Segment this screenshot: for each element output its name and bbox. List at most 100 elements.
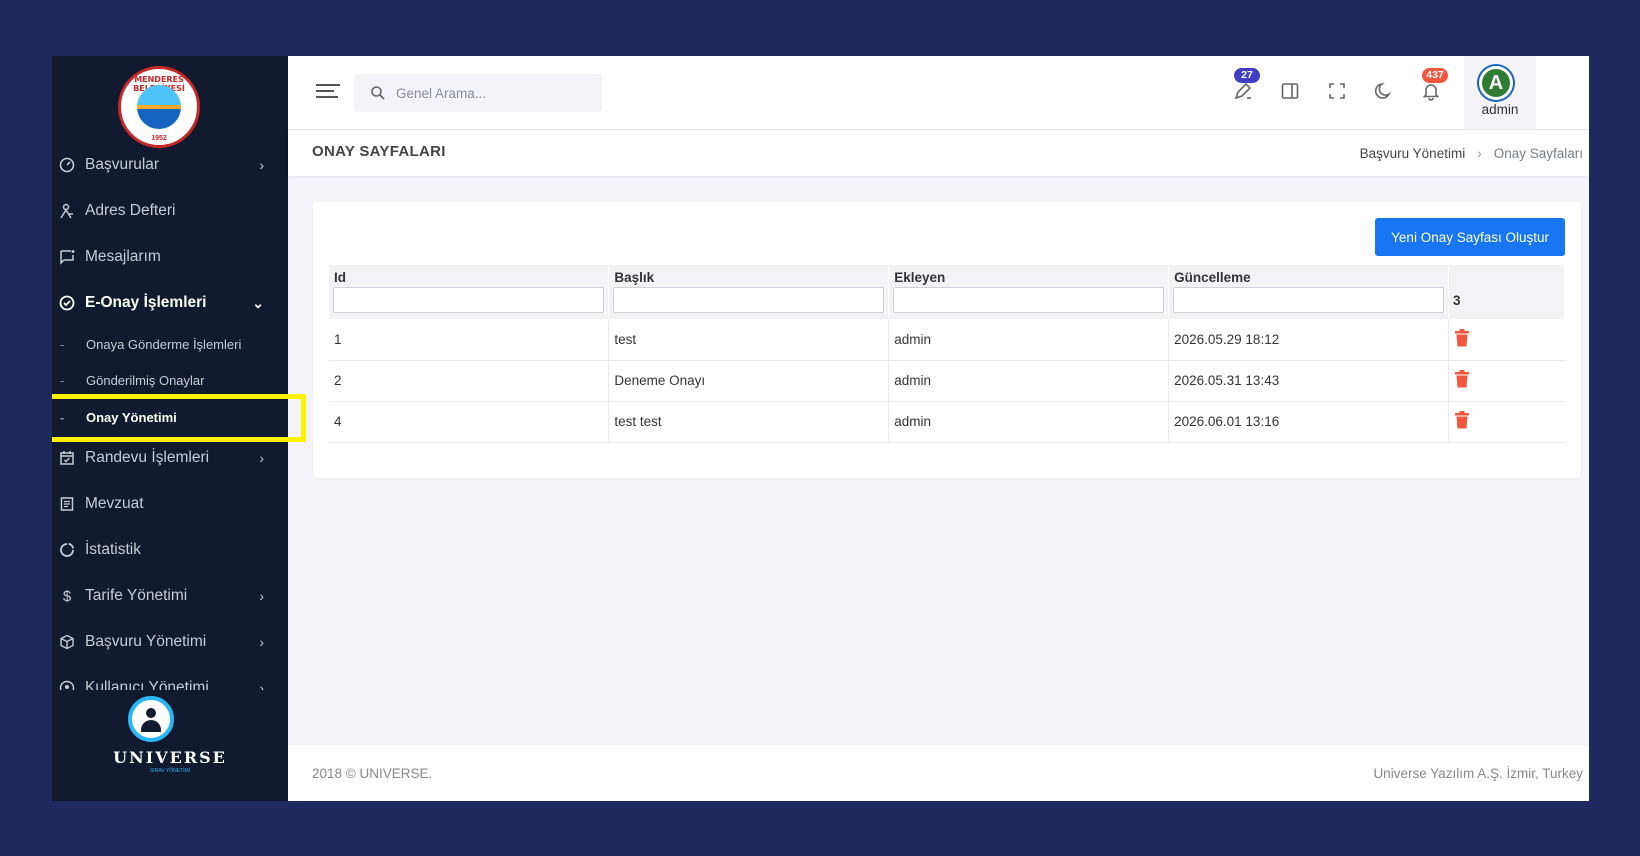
logo-emblem (137, 85, 181, 129)
calendar-check-icon (57, 448, 77, 468)
dollar-icon: $ (62, 587, 72, 605)
cell-author: admin (888, 401, 1170, 443)
row-count: 3 (1448, 287, 1565, 319)
universe-logo-icon (128, 696, 174, 742)
sidebar-item-basvuru-yonetimi[interactable]: Başvuru Yönetimi › (52, 622, 288, 662)
column-header-author[interactable]: Ekleyen (888, 265, 1170, 287)
bell-icon (1421, 81, 1441, 106)
sidebar-item-label: Tarife Yönetimi (85, 587, 188, 604)
sidebar-subitem-label: Gönderilmiş Onaylar (86, 372, 205, 388)
sidebar-subitem-onay-yonetimi[interactable]: - Onay Yönetimi (52, 402, 288, 432)
sidebar: MENDERES BELEDİYESİ 1952 Başvurular › Ad… (52, 56, 288, 801)
new-approval-page-button[interactable]: Yeni Onay Sayfası Oluştur (1375, 218, 1565, 256)
notifications-button[interactable]: 437 (1418, 68, 1448, 106)
chevron-down-icon: ⌄ (252, 295, 264, 311)
breadcrumb-separator-icon: › (1477, 146, 1482, 161)
sidebar-subitem-label: Onay Yönetimi (86, 409, 177, 425)
sidebar-item-label: İstatistik (85, 541, 141, 558)
universe-brand: UNIVERSE SIRAV YÖNETİMİ (52, 690, 288, 801)
filter-author-input[interactable] (893, 287, 1165, 313)
table-row: 2 Deneme Onayı admin 2026.05.31 13:43 (329, 360, 1565, 402)
chevron-right-icon: › (259, 634, 264, 650)
filter-id-input[interactable] (333, 287, 605, 313)
footer: 2018 © UNIVERSE. Universe Yazılım A.Ş. İ… (288, 745, 1589, 801)
topbar: 27 437 A admin (288, 56, 1589, 130)
search-box (354, 74, 602, 112)
user-menu[interactable]: A admin (1464, 56, 1536, 129)
chevron-right-icon: › (259, 450, 264, 466)
cell-id: 2 (329, 360, 610, 402)
user-name: admin (1481, 102, 1519, 117)
column-header-title[interactable]: Başlık (608, 265, 890, 287)
filter-updated-input[interactable] (1173, 287, 1444, 313)
breadcrumb-current: Onay Sayfaları (1493, 146, 1583, 161)
column-header-updated[interactable]: Güncelleme (1168, 265, 1449, 287)
sidebar-toggle-button[interactable] (1277, 80, 1303, 106)
fullscreen-icon (1327, 81, 1347, 106)
filter-title-input[interactable] (613, 287, 885, 313)
gauge-icon (57, 155, 77, 175)
dash-icon: - (60, 336, 65, 352)
sidebar-item-label: Mevzuat (85, 495, 144, 512)
table-row: 4 test test admin 2026.06.01 13:16 (329, 401, 1565, 443)
column-header-id[interactable]: Id (329, 265, 610, 287)
search-input[interactable] (396, 85, 586, 101)
sidebar-item-adres-defteri[interactable]: Adres Defteri (52, 191, 288, 231)
message-icon (57, 247, 77, 267)
footer-copyright: 2018 © UNIVERSE. (312, 766, 433, 781)
signature-button[interactable]: 27 (1230, 68, 1260, 106)
sidebar-item-randevu[interactable]: Randevu İşlemleri › (52, 438, 288, 478)
trash-icon[interactable] (1454, 328, 1470, 350)
person-pin-icon (57, 201, 77, 221)
notification-count-badge: 437 (1422, 68, 1448, 83)
sidebar-item-label: E-Onay İşlemleri (85, 294, 207, 311)
sidebar-subitem-label: Onaya Gönderme İşlemleri (86, 336, 242, 352)
sidebar-item-istatistik[interactable]: İstatistik (52, 530, 288, 570)
cell-actions (1448, 401, 1565, 443)
sidebar-subitem-onaya-gonderme[interactable]: - Onaya Gönderme İşlemleri (52, 329, 288, 359)
footer-company: Universe Yazılım A.Ş. İzmir, Turkey (1373, 766, 1583, 781)
page-title: ONAY SAYFALARI (312, 143, 446, 160)
breadcrumb-item[interactable]: Başvuru Yönetimi (1360, 146, 1466, 161)
sidebar-item-e-onay[interactable]: E-Onay İşlemleri ⌄ (52, 283, 288, 323)
brand-tagline: SIRAV YÖNETİMİ (149, 768, 191, 774)
cell-title: Deneme Onayı (608, 360, 890, 402)
hamburger-menu-icon[interactable] (316, 80, 340, 104)
chevron-right-icon: › (259, 588, 264, 604)
dark-mode-button[interactable] (1371, 80, 1397, 106)
cell-updated: 2026.05.31 13:43 (1168, 360, 1449, 402)
cell-author: admin (888, 319, 1170, 361)
brand-name: UNIVERSE (113, 748, 227, 767)
sidebar-subitem-gonderilmis-onaylar[interactable]: - Gönderilmiş Onaylar (52, 365, 288, 395)
layout-icon (1280, 81, 1300, 106)
sidebar-item-mevzuat[interactable]: Mevzuat (52, 484, 288, 524)
page-header: ONAY SAYFALARI Başvuru Yönetimi › Onay S… (288, 130, 1589, 176)
sidebar-item-label: Randevu İşlemleri (85, 449, 210, 466)
content-card: Yeni Onay Sayfası Oluştur Id Başlık Ekle… (313, 202, 1581, 478)
column-header-actions (1448, 265, 1565, 287)
municipality-logo[interactable]: MENDERES BELEDİYESİ 1952 (118, 66, 200, 148)
app-window: MENDERES BELEDİYESİ 1952 Başvurular › Ad… (52, 56, 1589, 801)
search-icon (370, 85, 386, 101)
cell-title: test (608, 319, 890, 361)
sidebar-item-label: Mesajlarım (85, 248, 161, 265)
sidebar-item-mesajlarim[interactable]: Mesajlarım (52, 237, 288, 277)
trash-icon[interactable] (1454, 411, 1470, 432)
cell-actions (1448, 319, 1565, 361)
document-icon (57, 494, 77, 514)
sidebar-item-tarife[interactable]: $ Tarife Yönetimi › (52, 576, 288, 616)
pie-chart-icon (57, 540, 77, 560)
chevron-right-icon: › (259, 157, 264, 173)
cell-updated: 2026.05.29 18:12 (1168, 319, 1449, 361)
breadcrumb: Başvuru Yönetimi › Onay Sayfaları (1360, 146, 1583, 161)
sidebar-item-label: Adres Defteri (85, 202, 176, 219)
fullscreen-button[interactable] (1324, 80, 1350, 106)
dash-icon: - (60, 372, 65, 388)
trash-icon[interactable] (1454, 370, 1470, 391)
cell-id: 1 (329, 319, 610, 361)
sidebar-item-basvurular[interactable]: Başvurular › (52, 145, 288, 185)
sidebar-item-label: Başvurular (85, 156, 160, 173)
box-icon (57, 632, 77, 652)
cell-id: 4 (329, 401, 610, 443)
cell-title: test test (608, 401, 890, 443)
